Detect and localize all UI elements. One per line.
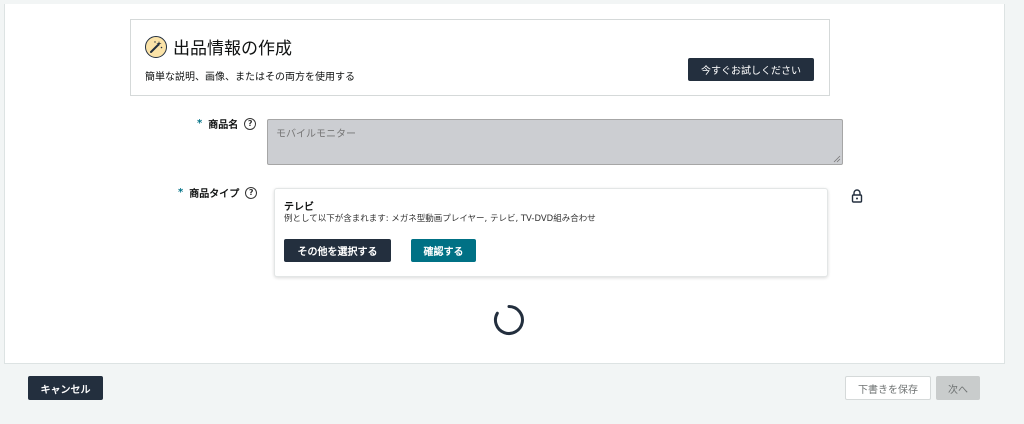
magic-wand-icon <box>145 35 167 58</box>
listing-assistant-title: 出品情報の作成 <box>173 39 292 59</box>
product-name-label: 商品名 <box>208 120 239 131</box>
product-name-input[interactable] <box>267 119 843 165</box>
selected-product-type: テレビ <box>284 202 314 213</box>
save-draft-button[interactable]: 下書きを保存 <box>845 376 931 400</box>
select-other-button[interactable]: その他を選択する <box>284 239 391 262</box>
cancel-button[interactable]: キャンセル <box>28 376 103 400</box>
help-circle-icon[interactable]: ? <box>244 117 257 130</box>
next-button[interactable]: 次へ <box>936 376 980 400</box>
product-name-label-row: * 商品名 ? <box>197 116 257 131</box>
resize-handle-icon[interactable] <box>833 155 841 163</box>
required-marker: * <box>197 118 203 129</box>
confirm-button[interactable]: 確認する <box>411 239 476 262</box>
product-type-card: テレビ 例として以下が含まれます: メガネ型動画プレイヤー, テレビ, TV-D… <box>274 188 828 277</box>
loading-spinner-icon <box>494 305 524 335</box>
lock-icon <box>851 189 863 203</box>
try-now-button[interactable]: 今すぐお試しください <box>688 58 814 81</box>
product-type-label: 商品タイプ <box>189 189 240 200</box>
main-panel: 出品情報の作成 簡単な説明、画像、またはその両方を使用する 今すぐお試しください… <box>4 4 1005 364</box>
required-marker: * <box>178 187 184 198</box>
listing-assistant-subtitle: 簡単な説明、画像、またはその両方を使用する <box>145 72 355 83</box>
help-circle-icon[interactable]: ? <box>245 186 258 199</box>
product-type-label-row: * 商品タイプ ? <box>178 185 258 200</box>
listing-assistant-title-row: 出品情報の作成 <box>145 34 292 59</box>
product-type-description: 例として以下が含まれます: メガネ型動画プレイヤー, テレビ, TV-DVD組み… <box>284 214 596 224</box>
listing-assistant-box: 出品情報の作成 簡単な説明、画像、またはその両方を使用する 今すぐお試しください <box>130 19 830 96</box>
